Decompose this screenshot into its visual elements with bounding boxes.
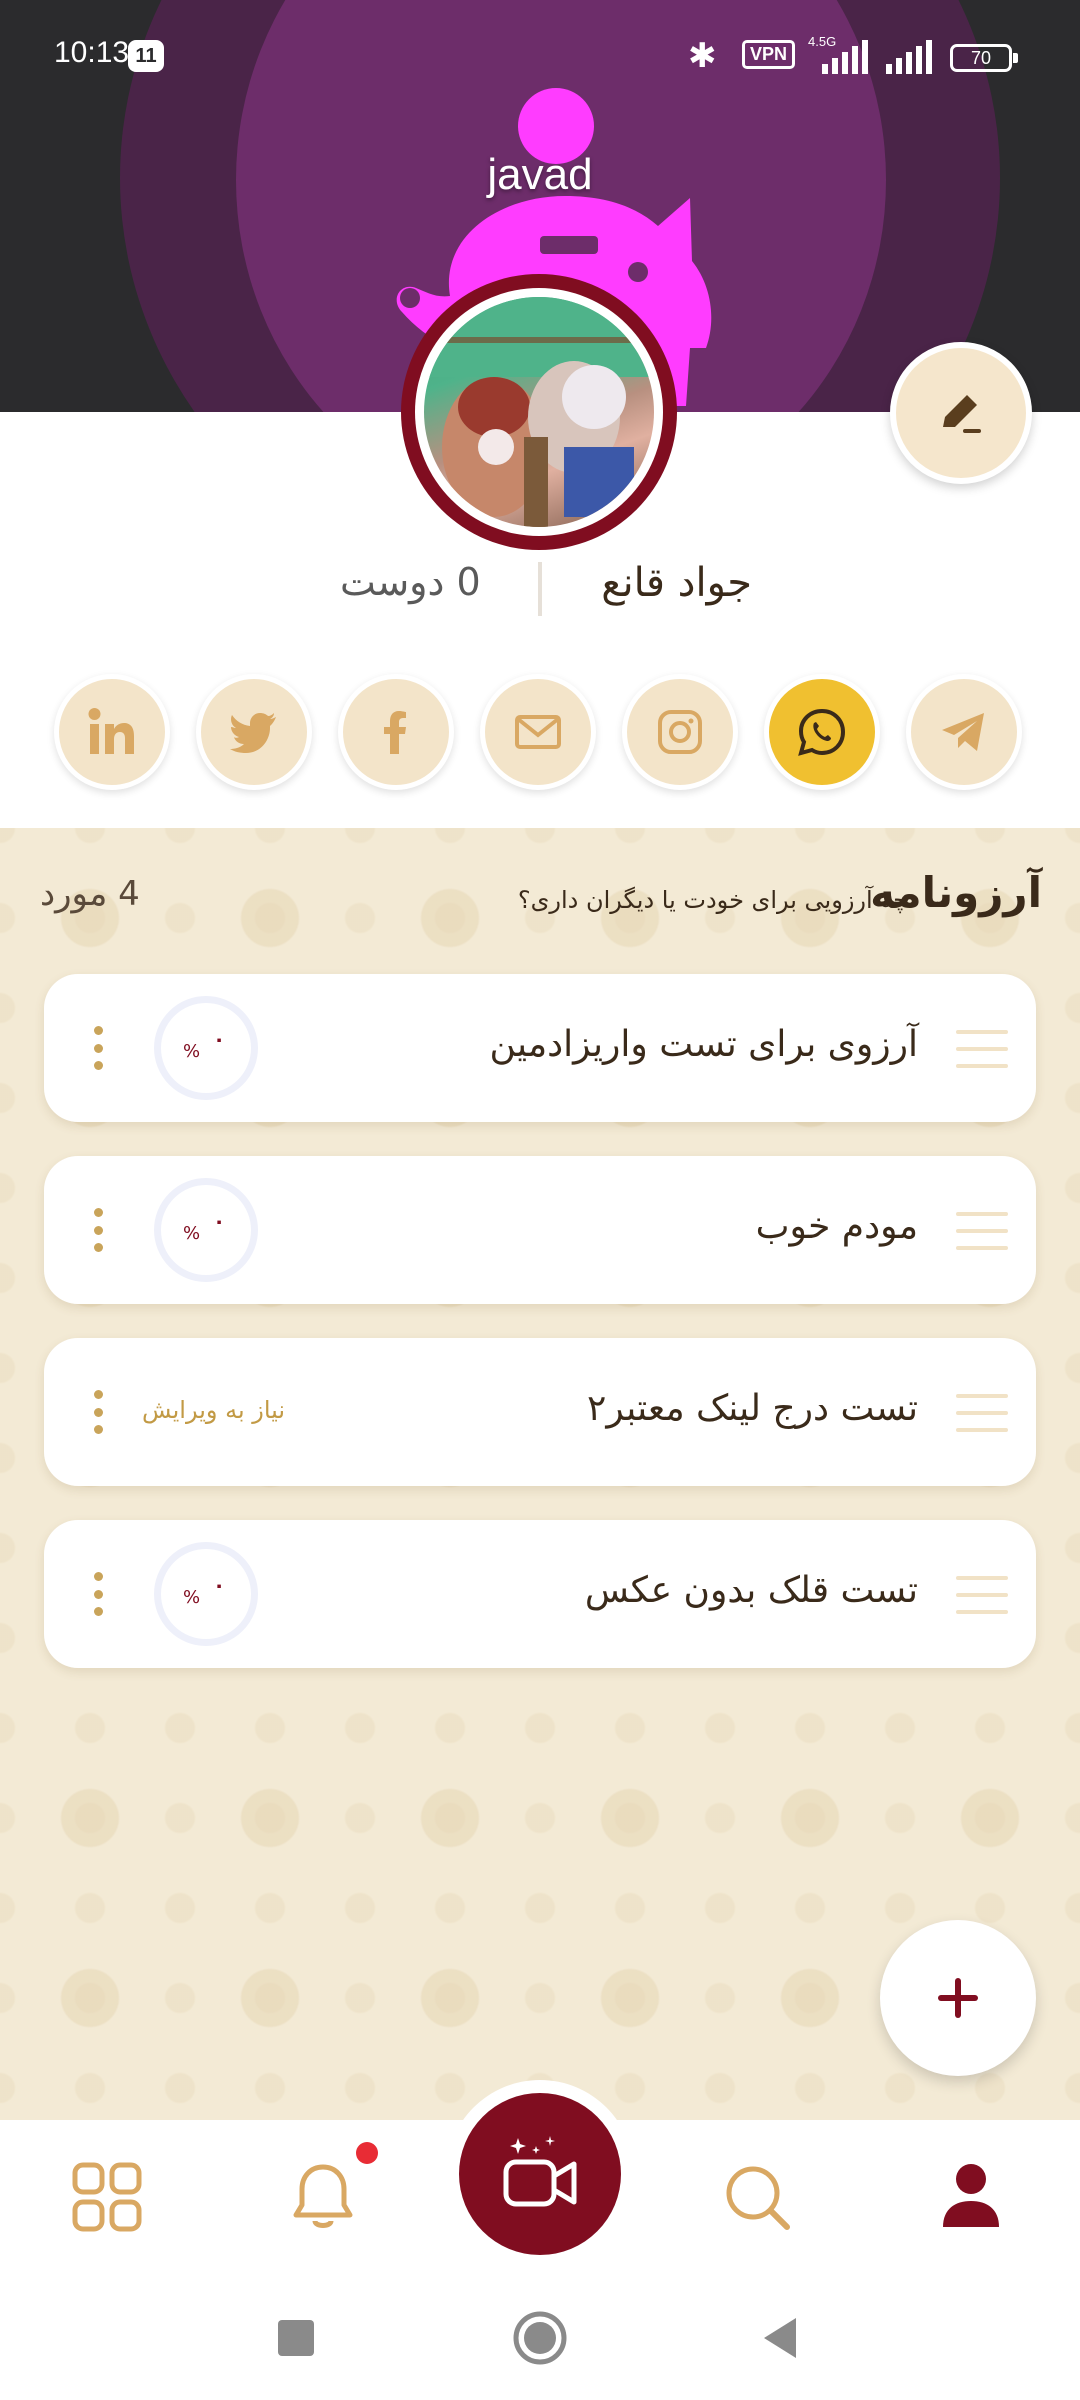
wish-title: آرزوی برای تست واریزادمین xyxy=(489,1024,918,1065)
twitter-icon xyxy=(230,713,276,753)
vpn-badge: VPN xyxy=(742,40,796,69)
whatsapp-button[interactable] xyxy=(764,674,880,790)
wish-item[interactable]: مودم خوب % ۰ xyxy=(44,1156,1036,1304)
wish-item[interactable]: تست قلک بدون عکس % ۰ xyxy=(44,1520,1036,1668)
telegram-button[interactable] xyxy=(906,674,1022,790)
nav-profile[interactable] xyxy=(926,2152,1016,2242)
notification-dot xyxy=(356,2142,378,2164)
instagram-button[interactable] xyxy=(622,674,738,790)
back-icon[interactable] xyxy=(752,2308,812,2368)
progress-percent: % xyxy=(183,1041,201,1062)
social-links xyxy=(54,674,1034,790)
status-time: 10:13 xyxy=(54,36,130,69)
battery-indicator: 70 xyxy=(950,44,1018,72)
progress-value: ۰ xyxy=(213,1027,226,1051)
plus-icon xyxy=(938,1978,978,2018)
linkedin-button[interactable] xyxy=(54,674,170,790)
progress-ring: % ۰ xyxy=(154,1542,258,1646)
progress-percent: % xyxy=(183,1223,201,1244)
profile-info-row: جواد قانع 0 دوست xyxy=(0,556,1080,616)
needs-edit-status: نیاز به ویرایش xyxy=(142,1396,286,1424)
wish-item[interactable]: تست درج لینک معتبر۲ نیاز به ویرایش xyxy=(44,1338,1036,1486)
more-options-icon[interactable] xyxy=(92,1026,104,1070)
whatsapp-icon xyxy=(798,708,846,756)
grid-icon xyxy=(72,2162,142,2232)
telegram-icon xyxy=(942,713,984,751)
full-name: جواد قانع xyxy=(601,560,752,606)
more-options-icon[interactable] xyxy=(92,1572,104,1616)
drag-handle-icon[interactable] xyxy=(956,1212,1008,1250)
recents-icon[interactable] xyxy=(266,2308,326,2368)
status-bar: 10:13 11 ✱ VPN 4.5G 70 xyxy=(0,0,1080,110)
email-icon xyxy=(515,715,561,749)
nav-search[interactable] xyxy=(712,2152,802,2242)
wishlist-subtitle: چه آرزویی برای خودت یا دیگران داری؟ xyxy=(517,886,908,914)
status-notification-badge: 11 xyxy=(128,40,164,72)
facebook-icon xyxy=(384,711,406,754)
drag-handle-icon[interactable] xyxy=(956,1576,1008,1614)
edit-profile-button[interactable] xyxy=(890,342,1032,484)
signal-icon-2 xyxy=(886,40,932,74)
profile-icon xyxy=(943,2164,999,2227)
signal-icon xyxy=(822,40,868,74)
progress-value: ۰ xyxy=(213,1209,226,1233)
facebook-button[interactable] xyxy=(338,674,454,790)
drag-handle-icon[interactable] xyxy=(956,1030,1008,1068)
avatar[interactable] xyxy=(401,274,677,550)
progress-value: ۰ xyxy=(213,1573,226,1597)
progress-percent: % xyxy=(183,1587,201,1608)
instagram-icon xyxy=(658,710,702,754)
edit-icon xyxy=(943,395,981,433)
email-button[interactable] xyxy=(480,674,596,790)
wish-title: تست قلک بدون عکس xyxy=(584,1570,918,1611)
nav-home[interactable] xyxy=(62,2152,152,2242)
bluetooth-icon: ✱ xyxy=(688,37,717,75)
wish-item[interactable]: آرزوی برای تست واریزادمین % ۰ xyxy=(44,974,1036,1122)
progress-ring: % ۰ xyxy=(154,996,258,1100)
system-nav-bar xyxy=(0,2270,1080,2400)
create-video-button[interactable] xyxy=(446,2080,634,2268)
nav-notifications[interactable] xyxy=(278,2152,368,2242)
bell-icon xyxy=(293,2164,353,2228)
more-options-icon[interactable] xyxy=(92,1390,104,1434)
linkedin-icon xyxy=(88,708,134,754)
progress-ring: % ۰ xyxy=(154,1178,258,1282)
avatar-photo xyxy=(424,297,654,527)
friends-count[interactable]: 0 دوست xyxy=(340,560,481,604)
search-icon xyxy=(726,2166,790,2230)
add-wish-button[interactable] xyxy=(880,1920,1036,2076)
wish-title: تست درج لینک معتبر۲ xyxy=(587,1388,918,1429)
wish-title: مودم خوب xyxy=(755,1206,918,1247)
username: javad xyxy=(487,150,593,199)
divider xyxy=(538,562,542,616)
drag-handle-icon[interactable] xyxy=(956,1394,1008,1432)
video-camera-icon xyxy=(503,2136,577,2207)
wishlist-count: 4 مورد xyxy=(40,874,140,914)
more-options-icon[interactable] xyxy=(92,1208,104,1252)
wishlist-panel: آرزونامه چه آرزویی برای خودت یا دیگران د… xyxy=(0,828,1080,2120)
twitter-button[interactable] xyxy=(196,674,312,790)
home-icon[interactable] xyxy=(510,2308,570,2368)
